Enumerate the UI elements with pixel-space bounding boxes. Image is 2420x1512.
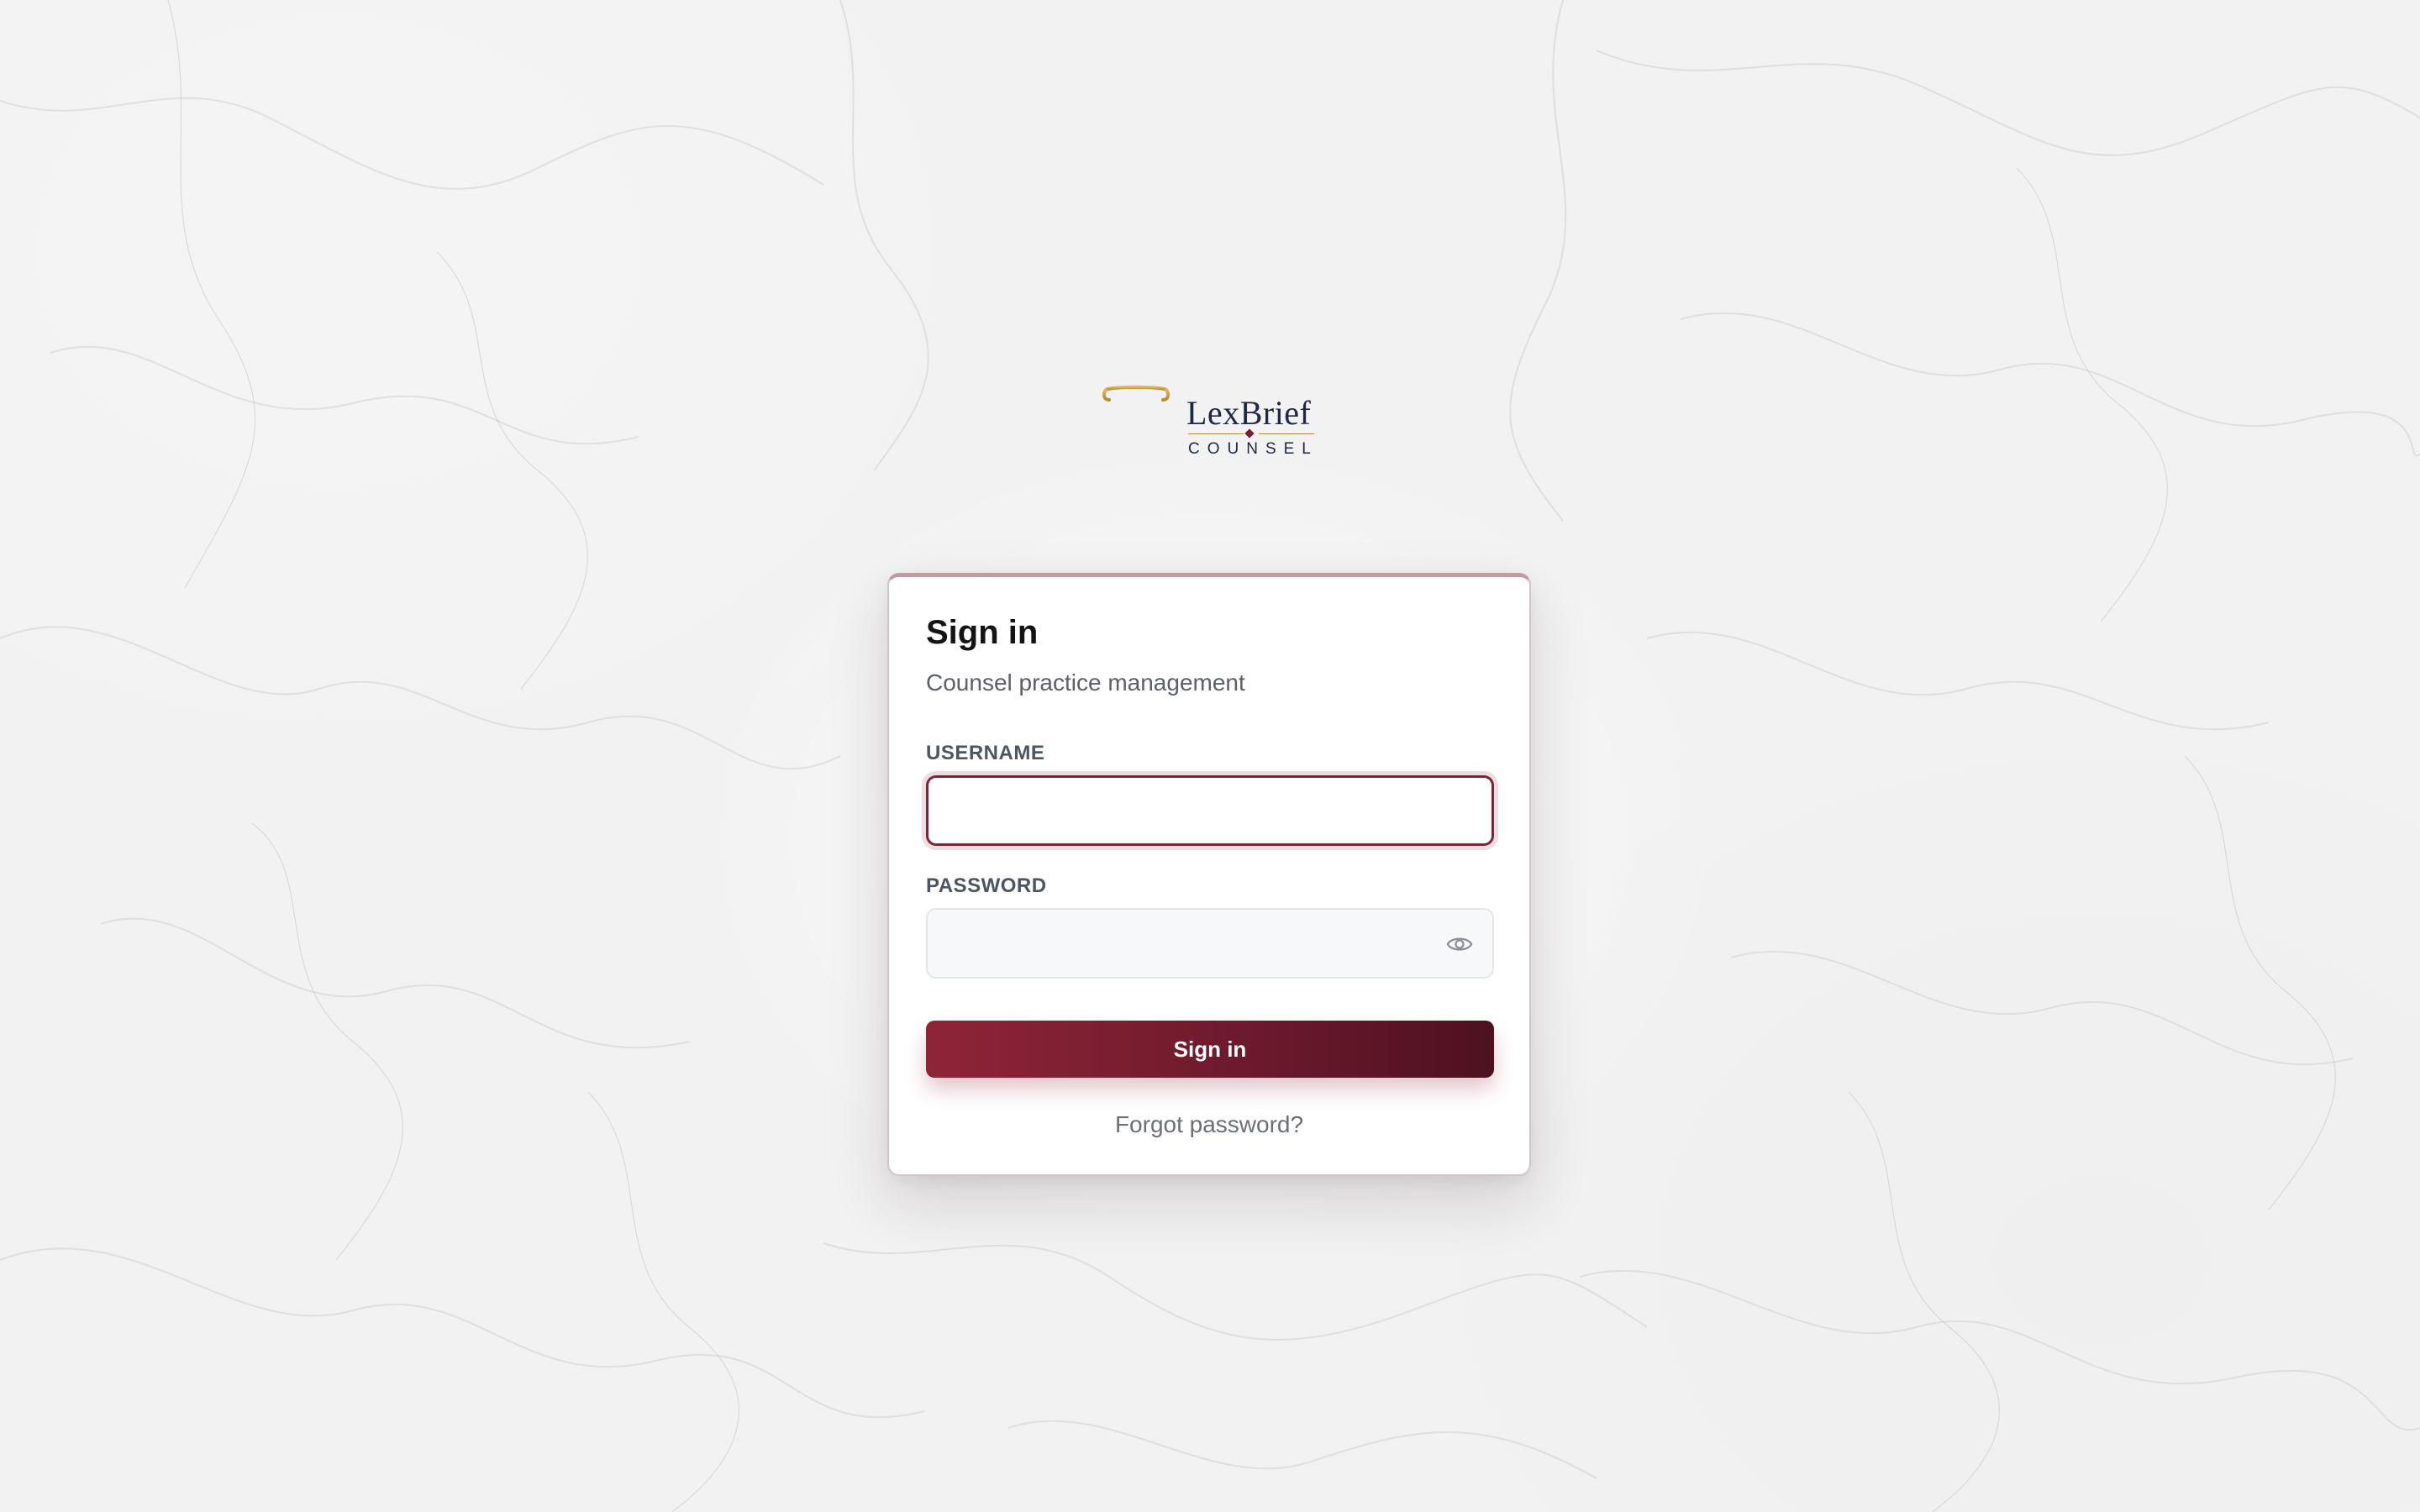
signin-button[interactable]: Sign in (926, 1021, 1494, 1078)
brand-tagline: COUNSEL (1188, 440, 1318, 458)
username-input[interactable] (926, 775, 1494, 846)
signin-title: Sign in (926, 614, 1039, 651)
brand-name: LexBrief (1186, 394, 1312, 432)
password-input[interactable] (926, 908, 1494, 979)
username-label: USERNAME (926, 742, 1045, 764)
brand-logo: LexBrief COUNSEL (1101, 378, 1319, 479)
signin-card: Sign in Counsel practice management USER… (887, 573, 1531, 1176)
password-label: PASSWORD (926, 874, 1047, 897)
pillar-icon (1102, 380, 1171, 474)
eye-icon[interactable] (1445, 930, 1474, 958)
forgot-password-link[interactable]: Forgot password? (889, 1111, 1529, 1138)
signin-subtitle: Counsel practice management (926, 669, 1245, 696)
